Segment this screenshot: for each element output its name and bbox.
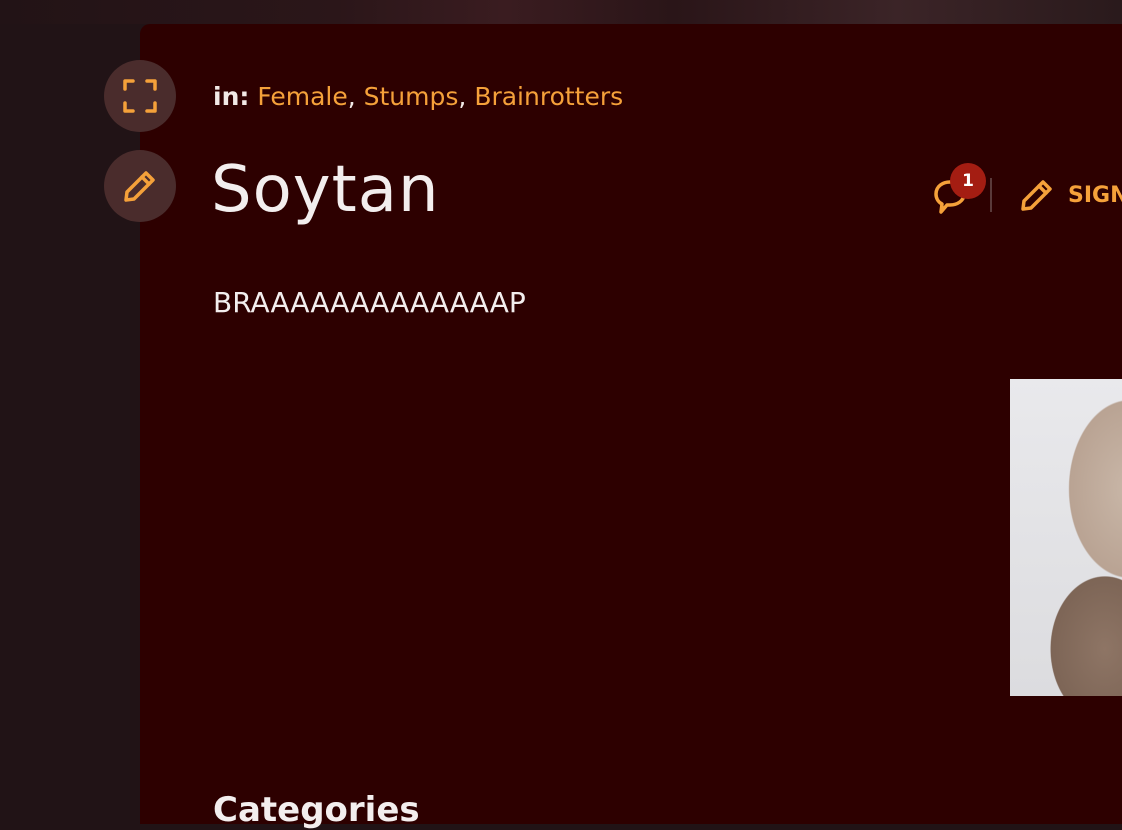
breadcrumb-link-brainrotters[interactable]: Brainrotters — [474, 82, 623, 111]
sign-in-label: SIGN — [1068, 182, 1122, 208]
breadcrumb-prefix: in: — [213, 82, 250, 111]
breadcrumb-separator: , — [458, 82, 467, 111]
categories-heading: Categories — [213, 790, 420, 830]
edit-button[interactable] — [104, 150, 176, 222]
comment-count-badge: 1 — [950, 163, 986, 199]
sign-in-button[interactable]: SIGN — [1018, 175, 1122, 215]
breadcrumb: in: Female, Stumps, Brainrotters — [213, 80, 623, 114]
page-title: Soytan — [211, 153, 440, 227]
article-panel — [140, 24, 1122, 824]
divider — [990, 178, 992, 212]
pencil-icon — [124, 171, 155, 202]
fullscreen-icon — [123, 79, 157, 113]
pencil-icon — [1021, 180, 1052, 211]
breadcrumb-separator: , — [347, 82, 356, 111]
breadcrumb-link-stumps[interactable]: Stumps — [364, 82, 459, 111]
article-image[interactable] — [1010, 379, 1122, 696]
article-body: BRAAAAAAAAAAAAAP — [213, 286, 526, 319]
fullscreen-button[interactable] — [104, 60, 176, 132]
breadcrumb-link-female[interactable]: Female — [257, 82, 347, 111]
header-banner — [0, 0, 1122, 24]
